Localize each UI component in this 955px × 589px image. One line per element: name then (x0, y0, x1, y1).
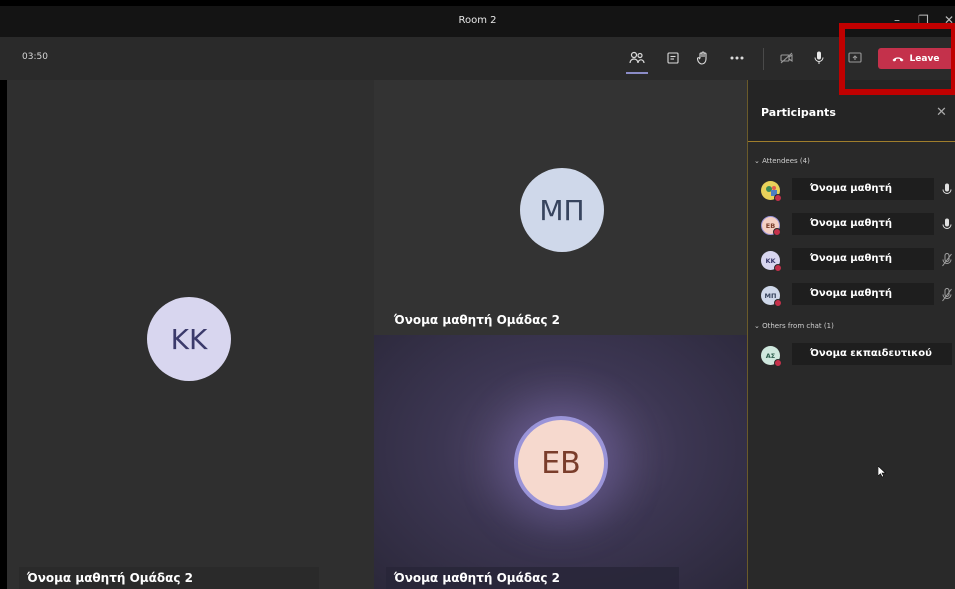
participant-row[interactable]: KK Όνομα μαθητή (748, 245, 955, 273)
presence-badge (774, 264, 782, 272)
avatar: KK (761, 251, 782, 272)
mic-muted-icon (942, 288, 952, 302)
participant-name-label: Όνομα μαθητή Ομάδας 2 (19, 567, 319, 589)
avatar: ΑΣ (761, 346, 782, 367)
participant-name: Όνομα μαθητή (792, 283, 934, 305)
participant-name: Όνομα μαθητή (792, 178, 934, 200)
avatar: KK (147, 297, 231, 381)
camera-toggle-button[interactable] (776, 47, 798, 69)
meeting-toolbar: 03:50 (0, 37, 955, 80)
mic-icon (814, 51, 824, 64)
more-options-button[interactable] (726, 47, 748, 69)
avatar: EB (761, 216, 781, 236)
mouse-cursor-icon (878, 466, 886, 478)
participant-row[interactable]: Όνομα μαθητή (748, 175, 955, 203)
chat-icon (667, 52, 679, 64)
mic-muted-icon (942, 253, 952, 267)
participant-name-label: Όνομα μαθητή Ομάδας 2 (386, 567, 679, 589)
participant-name: Όνομα εκπαιδευτικού (792, 343, 952, 365)
chat-button[interactable] (662, 47, 684, 69)
presence-badge (774, 299, 782, 307)
participant-name: Όνομα μαθητή (792, 213, 934, 235)
close-icon[interactable]: ✕ (936, 105, 947, 120)
mic-icon (942, 218, 952, 229)
title-bar: Room 2 – ❐ ✕ (0, 0, 955, 37)
avatar-image (761, 181, 782, 202)
video-tile-eb[interactable]: EB Όνομα μαθητή Ομάδας 2 (374, 335, 747, 589)
avatar: EB (514, 416, 608, 510)
raise-hand-button[interactable] (692, 47, 714, 69)
avatar-initials: ΑΣ (765, 351, 776, 360)
avatar: ΜΠ (520, 168, 604, 252)
avatar-initials: ΜΠ (764, 291, 777, 300)
video-tile-kk[interactable]: KK Όνομα μαθητή Ομάδας 2 (7, 80, 374, 589)
toolbar-divider (763, 48, 764, 70)
raise-hand-icon (697, 51, 707, 65)
participants-panel: Participants ✕ ⌄ Attendees (4) Όνομα μαθ… (747, 80, 955, 589)
leave-highlight-box (839, 23, 955, 95)
others-section-toggle[interactable]: ⌄ Others from chat (1) (754, 322, 834, 330)
avatar: ΜΠ (761, 286, 782, 307)
meeting-timer: 03:50 (22, 52, 48, 62)
video-tile-mp[interactable]: ΜΠ Όνομα μαθητή Ομάδας 2 (374, 80, 747, 335)
participant-row[interactable]: EB Όνομα μαθητή (748, 210, 955, 238)
participant-name-label: Όνομα μαθητή Ομάδας 2 (394, 313, 561, 327)
mic-toggle-button[interactable] (808, 47, 830, 69)
chevron-down-icon: ⌄ (754, 322, 763, 330)
mic-icon (942, 183, 952, 194)
presence-badge (774, 194, 782, 202)
presence-badge (774, 359, 782, 367)
panel-title: Participants (761, 106, 836, 119)
people-icon (629, 51, 645, 64)
window-title: Room 2 (458, 15, 497, 26)
presence-badge (773, 228, 781, 236)
participant-row[interactable]: ΜΠ Όνομα μαθητή (748, 280, 955, 308)
attendees-section-label: Attendees (4) (762, 157, 810, 165)
more-options-icon (730, 56, 744, 60)
participant-row[interactable]: ΑΣ Όνομα εκπαιδευτικού (748, 340, 955, 368)
participant-name: Όνομα μαθητή (792, 248, 934, 270)
people-button[interactable] (626, 47, 648, 74)
others-section-label: Others from chat (1) (762, 322, 834, 330)
avatar-initials: KK (765, 256, 776, 265)
camera-off-icon (780, 52, 793, 64)
attendees-section-toggle[interactable]: ⌄ Attendees (4) (754, 157, 810, 165)
chevron-down-icon: ⌄ (754, 157, 763, 165)
